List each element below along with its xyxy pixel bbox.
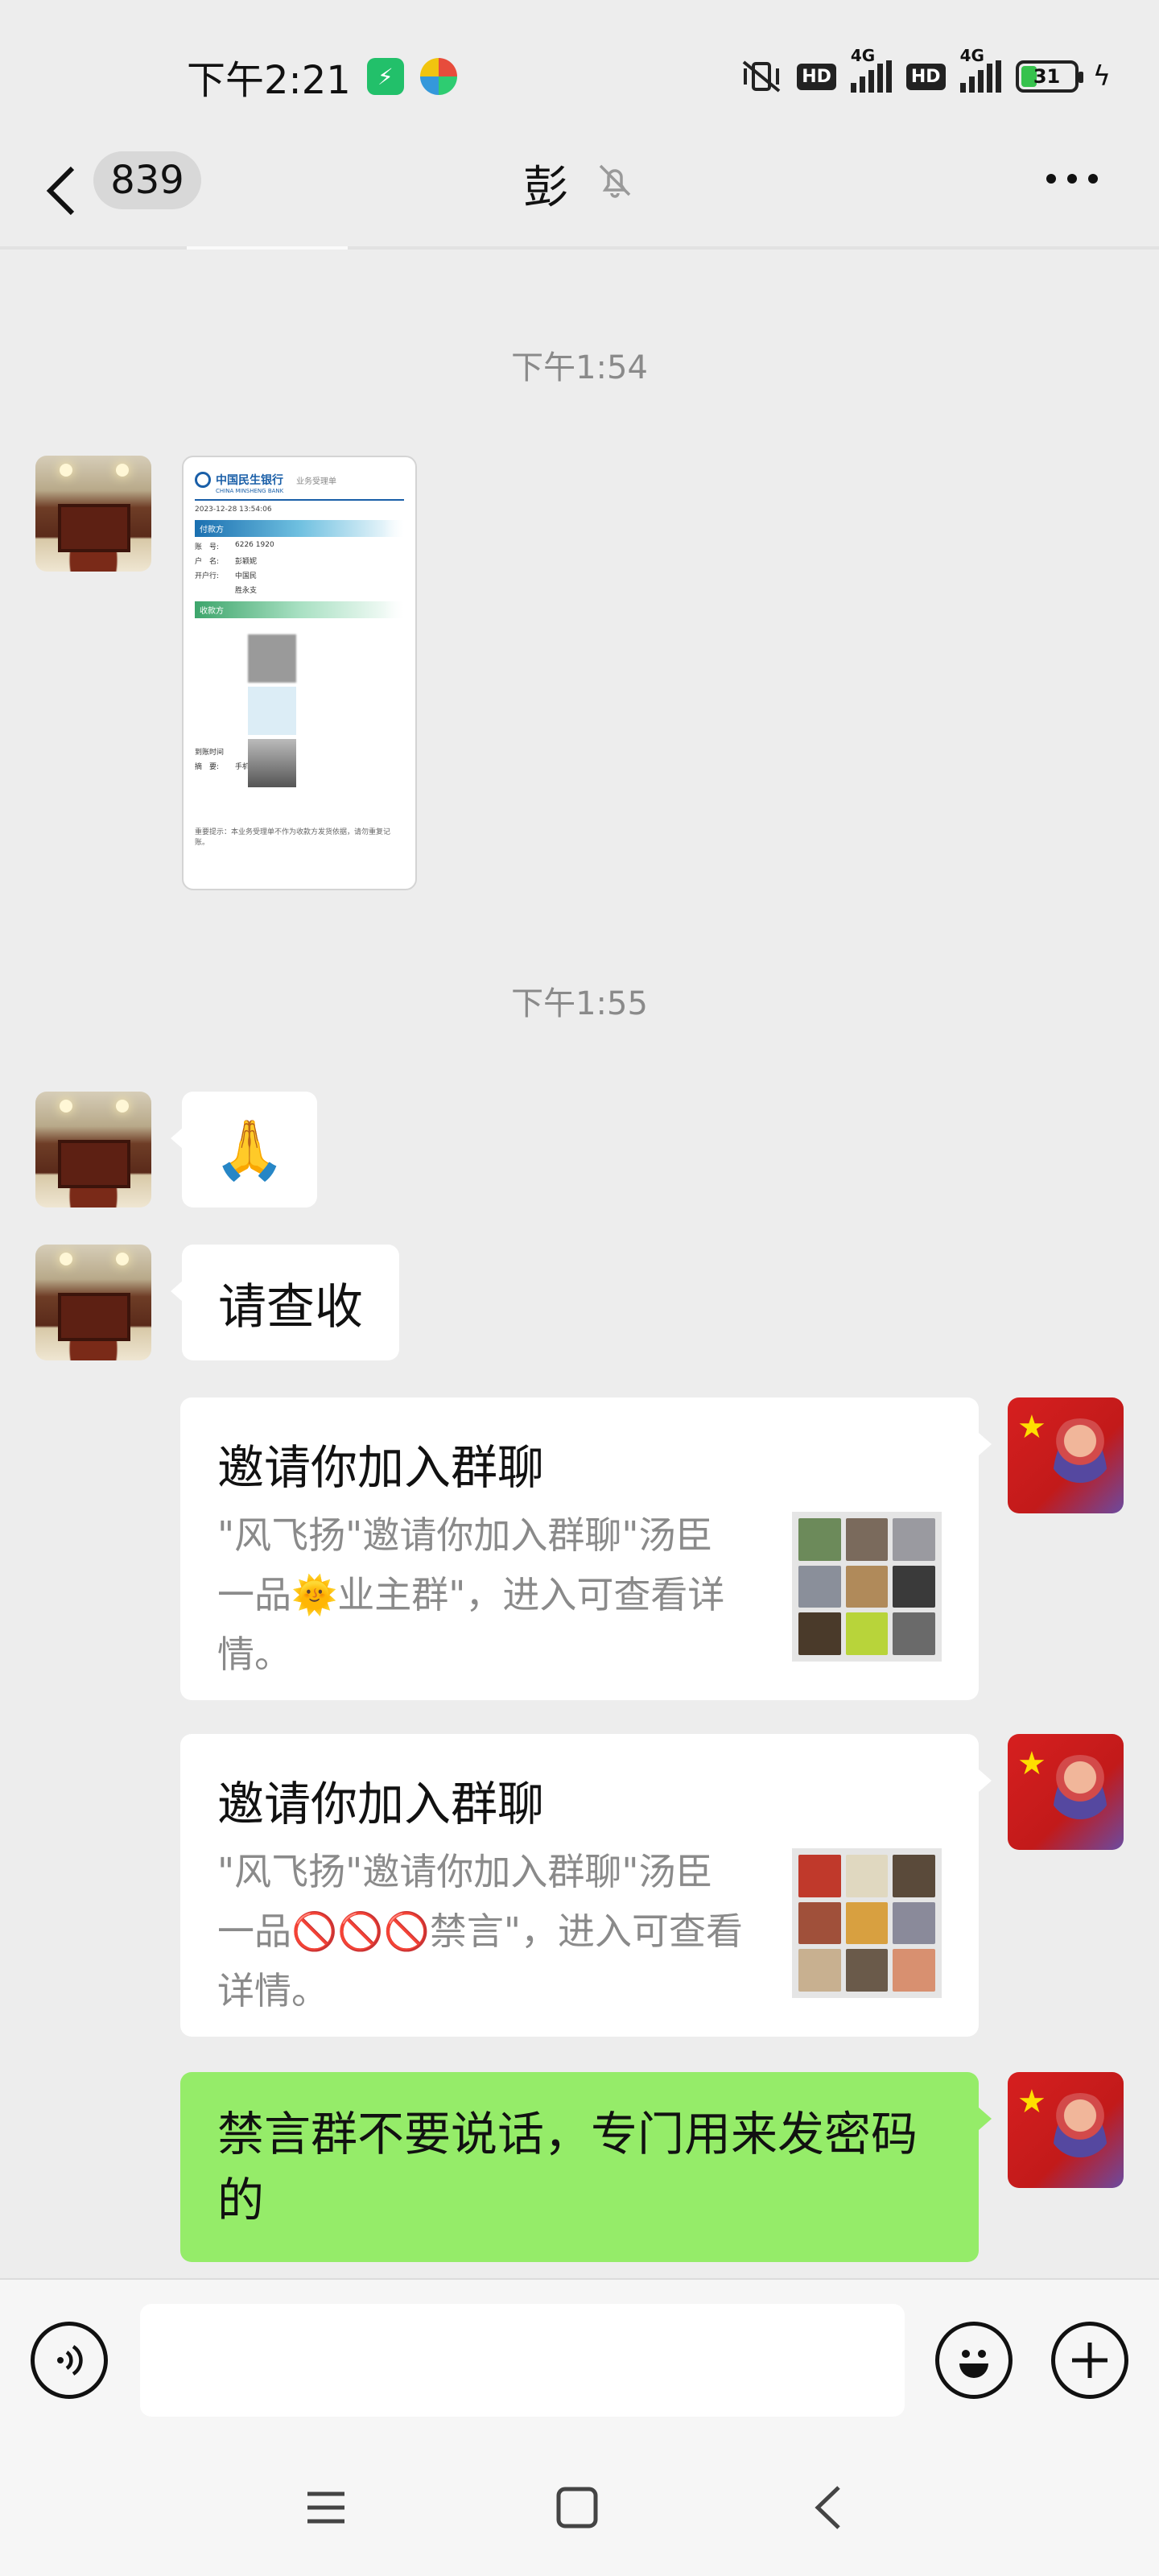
plus-button[interactable] <box>1051 2322 1128 2399</box>
bank-logo-icon <box>195 472 211 488</box>
my-avatar[interactable]: ★ <box>1008 1397 1124 1513</box>
hd-badge-2: HD <box>905 63 946 90</box>
more-icon[interactable] <box>1046 174 1098 184</box>
signal-icon-2: 4G <box>959 46 1001 93</box>
status-bar: 下午2:21 ⚡ HD 4G HD 4G 31 ϟ <box>0 0 1159 153</box>
signal-icon: 4G <box>850 46 892 93</box>
system-nav-bar <box>0 2439 1159 2576</box>
battery-icon: 31 <box>1015 60 1083 93</box>
card-title: 邀请你加入群聊 <box>217 1440 545 1495</box>
mute-icon <box>599 164 631 198</box>
emoji-icon <box>959 2350 988 2378</box>
chat-header: 839 彭 <box>0 137 1159 250</box>
message-input[interactable] <box>140 2304 905 2417</box>
timestamp: 下午1:54 <box>511 349 648 386</box>
card-title: 邀请你加入群聊 <box>217 1777 545 1831</box>
home-icon <box>556 2487 598 2529</box>
voice-button[interactable] <box>31 2322 108 2399</box>
emoji-button[interactable] <box>935 2322 1013 2399</box>
message-text: 请查收 <box>218 1278 363 1335</box>
pray-emoji: 🙏 <box>213 1115 286 1183</box>
group-avatar-grid <box>792 1512 942 1662</box>
payer-band: 付款方 <box>195 520 404 537</box>
chat-title[interactable]: 彭 <box>523 151 568 217</box>
receipt-date: 2023-12-28 13:54:06 <box>195 506 272 514</box>
card-description: "风飞扬"邀请你加入群聊"汤臣一品🚫🚫🚫禁言"，进入可查看详情。 <box>217 1850 743 2013</box>
message-bubble[interactable]: 🙏 <box>171 1092 317 1208</box>
bank-name-en: CHINA MINSHENG BANK <box>216 488 284 494</box>
back-button[interactable] <box>45 155 93 227</box>
message-bubble-sent[interactable]: 禁言群不要说话，专门用来发密码的 <box>180 2072 992 2262</box>
plus-icon <box>1072 2343 1107 2378</box>
app-notification-icon: ⚡ <box>366 58 404 95</box>
message-text: 禁言群不要说话，专门用来发密码的 <box>217 2107 918 2227</box>
unread-count-badge[interactable]: 839 <box>93 151 201 209</box>
receipt-image[interactable]: 中国民生银行 业务受理单 CHINA MINSHENG BANK 2023-12… <box>182 456 417 890</box>
group-avatar-grid <box>792 1848 942 1998</box>
menu-icon <box>307 2491 344 2524</box>
header-divider <box>0 246 1159 250</box>
input-bar <box>0 2278 1159 2439</box>
message-bubble[interactable]: 请查收 <box>171 1245 399 1360</box>
contact-avatar[interactable] <box>35 456 151 572</box>
contact-avatar[interactable] <box>35 1245 151 1360</box>
nav-back-button[interactable] <box>810 2484 847 2534</box>
receipt-footer: 重要提示：本业务受理单不作为收款方发货依据，请勿重复记账。 <box>195 828 391 847</box>
card-description: "风飞扬"邀请你加入群聊"汤臣一品🌞业主群"，进入可查看详情。 <box>217 1513 725 1676</box>
hd-badge: HD <box>797 63 836 90</box>
home-button[interactable] <box>554 2484 600 2534</box>
nav-back-icon <box>815 2486 840 2529</box>
voice-icon <box>57 2345 83 2376</box>
menu-button[interactable] <box>303 2484 349 2534</box>
my-avatar[interactable]: ★ <box>1008 2072 1124 2188</box>
my-avatar[interactable]: ★ <box>1008 1734 1124 1850</box>
app-notification-icon-2 <box>419 58 457 95</box>
vibrate-mute-icon <box>742 60 781 93</box>
chat-screen: 下午2:21 ⚡ HD 4G HD 4G 31 ϟ 839 彭 下午1:54 中… <box>0 0 1159 2576</box>
contact-avatar[interactable] <box>35 1092 151 1208</box>
group-invite-card[interactable]: 邀请你加入群聊 "风飞扬"邀请你加入群聊"汤臣一品🚫🚫🚫禁言"，进入可查看详情。 <box>180 1734 992 2037</box>
payee-band: 收款方 <box>195 601 404 618</box>
bank-name: 中国民生银行 <box>216 474 283 487</box>
receipt-tag: 业务受理单 <box>296 477 336 486</box>
back-icon <box>46 166 75 216</box>
charging-icon: ϟ <box>1092 60 1111 93</box>
timestamp: 下午1:55 <box>511 985 648 1022</box>
status-time: 下午2:21 <box>187 58 351 103</box>
group-invite-card[interactable]: 邀请你加入群聊 "风飞扬"邀请你加入群聊"汤臣一品🌞业主群"，进入可查看详情。 <box>180 1397 992 1700</box>
